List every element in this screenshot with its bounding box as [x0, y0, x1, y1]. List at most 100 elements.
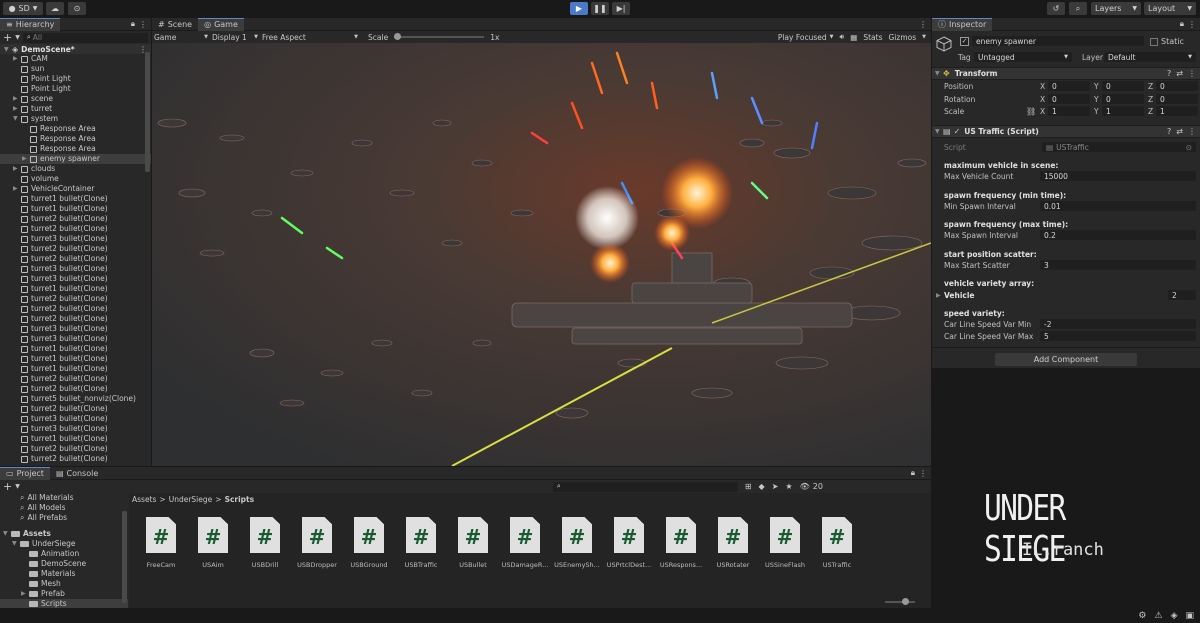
script-asset[interactable]: # USRespons... [657, 517, 705, 569]
game-render-canvas[interactable] [152, 43, 931, 466]
expand-arrow-icon[interactable]: ▼ [13, 114, 21, 124]
more-icon[interactable]: ⋮ [919, 469, 927, 478]
tab-game[interactable]: ◎ Game [198, 18, 244, 31]
more-icon[interactable]: ⋮ [1188, 69, 1196, 78]
project-folder[interactable]: Scripts [0, 599, 128, 608]
hierarchy-item[interactable]: turret3 bullet(Clone) [0, 334, 151, 344]
add-component-button[interactable]: Add Component [995, 353, 1137, 366]
scene-row[interactable]: ▼ ◈ DemoScene* ⋮ [0, 44, 151, 54]
script-value-field[interactable]: 15000 [1040, 171, 1196, 181]
preset-icon[interactable]: ⇄ [1176, 69, 1183, 78]
help-icon[interactable]: ? [1167, 69, 1171, 78]
project-folder[interactable]: Materials [0, 569, 128, 579]
gizmos-button[interactable]: Gizmos [889, 33, 917, 42]
hierarchy-item[interactable]: Response Area [0, 124, 151, 134]
position-z-field[interactable]: 0 [1156, 81, 1198, 91]
tab-project[interactable]: ▭ Project [0, 467, 50, 480]
script-asset[interactable]: # USBTraffic [397, 517, 445, 569]
expand-arrow-icon[interactable]: ▶ [21, 589, 29, 599]
hierarchy-item[interactable]: turret1 bullet(Clone) [0, 204, 151, 214]
object-name-field[interactable]: enemy spawner [972, 36, 1144, 46]
script-asset[interactable]: # USBullet [449, 517, 497, 569]
scale-y-field[interactable]: 1 [1102, 106, 1144, 116]
filter-type-icon[interactable]: ⊞ [745, 482, 752, 491]
grid-icon[interactable]: ▦ [850, 33, 857, 42]
notification-icon[interactable]: ▣ [1185, 611, 1194, 621]
chevron-down-icon[interactable]: ▼ [922, 34, 926, 40]
tab-hierarchy[interactable]: ≡ Hierarchy [0, 18, 61, 31]
progress-icon[interactable]: ⚙ [1138, 611, 1146, 621]
more-icon[interactable]: ⋮ [919, 20, 927, 29]
star-icon[interactable]: ★ [785, 482, 792, 491]
play-focused-dropdown[interactable]: Play Focused ▼ [778, 33, 834, 42]
rotation-z-field[interactable]: 0 [1156, 93, 1198, 104]
more-icon[interactable]: ⋮ [139, 20, 147, 29]
rotation-y-field[interactable]: 0 [1102, 93, 1144, 104]
target-icon[interactable]: ⊙ [1186, 143, 1192, 152]
hierarchy-item[interactable]: Point Light [0, 74, 151, 84]
tab-inspector[interactable]: ⓘ Inspector [932, 18, 993, 31]
active-checkbox[interactable]: ✓ [960, 37, 969, 46]
scale-slider[interactable] [394, 33, 485, 41]
transform-header[interactable]: ▼ ✥ Transform ? ⇄ ⋮ [932, 67, 1200, 80]
icon-size-slider[interactable] [885, 601, 915, 603]
breadcrumb-item[interactable]: UnderSiege [169, 495, 213, 504]
hierarchy-item[interactable]: turret3 bullet(Clone) [0, 324, 151, 334]
expand-arrow-icon[interactable]: ▶ [936, 292, 944, 299]
more-icon[interactable]: ⋮ [1188, 127, 1196, 136]
hierarchy-item[interactable]: ▶ scene [0, 94, 151, 104]
script-value-field[interactable]: 3 [1040, 259, 1196, 270]
step-button[interactable]: ▶| [612, 2, 630, 15]
hierarchy-scrollbar[interactable] [145, 52, 150, 172]
add-icon[interactable]: + [3, 480, 12, 493]
hierarchy-item[interactable]: turret1 bullet(Clone) [0, 344, 151, 354]
project-folder[interactable]: DemoScene [0, 559, 128, 569]
collab-button[interactable]: ⊙ [68, 2, 86, 15]
add-icon[interactable]: + [3, 31, 12, 44]
script-asset[interactable]: # USBGround [345, 517, 393, 569]
position-y-field[interactable]: 0 [1102, 81, 1144, 91]
hierarchy-item[interactable]: ▶ VehicleContainer [0, 184, 151, 194]
script-asset[interactable]: # USDamageR... [501, 517, 549, 569]
layout-dropdown[interactable]: Layout ▼ [1144, 2, 1196, 15]
static-toggle[interactable]: Static [1150, 37, 1184, 46]
expand-arrow-icon[interactable]: ▼ [12, 539, 20, 549]
vehicle-array-row[interactable]: ▶ Vehicle 2 [936, 290, 1196, 300]
script-asset[interactable]: # USEnemySh... [553, 517, 601, 569]
favorite-item[interactable]: ⌕ All Models [0, 503, 128, 513]
project-folder[interactable]: Mesh [0, 579, 128, 589]
hierarchy-item[interactable]: ▶ turret [0, 104, 151, 114]
history-button[interactable]: ↺ [1047, 2, 1065, 15]
hierarchy-item[interactable]: Point Light [0, 84, 151, 94]
project-folder[interactable]: ▼ UnderSiege [0, 539, 128, 549]
play-button[interactable]: ▶ [570, 2, 588, 15]
expand-arrow-icon[interactable]: ▶ [13, 184, 21, 194]
script-asset[interactable]: # USBDrill [241, 517, 289, 569]
assets-root[interactable]: ▼ Assets [0, 529, 128, 539]
favorite-item[interactable]: ⌕ All Prefabs [0, 513, 128, 523]
hierarchy-item[interactable]: turret5 bullet_nonviz(Clone) [0, 394, 151, 404]
static-checkbox[interactable] [1150, 37, 1158, 46]
hierarchy-item[interactable]: turret3 bullet(Clone) [0, 414, 151, 424]
position-x-field[interactable]: 0 [1048, 81, 1090, 91]
hierarchy-item[interactable]: turret2 bullet(Clone) [0, 254, 151, 264]
hierarchy-item[interactable]: volume [0, 174, 151, 184]
cache-icon[interactable]: ◈ [1171, 611, 1178, 621]
favorite-item[interactable]: ⌕ All Materials [0, 493, 128, 503]
tag-icon[interactable]: ➤ [772, 482, 779, 491]
script-value-field[interactable]: 0.2 [1040, 230, 1196, 240]
mode-dropdown[interactable]: Game ▼ [154, 33, 212, 42]
hierarchy-item[interactable]: turret1 bullet(Clone) [0, 364, 151, 374]
script-asset[interactable]: # FreeCam [137, 517, 185, 569]
enabled-checkbox[interactable]: ✓ [954, 127, 961, 136]
aspect-dropdown[interactable]: Free Aspect ▼ [262, 33, 362, 42]
project-tree-scrollbar[interactable] [122, 511, 127, 603]
hierarchy-item[interactable]: ▶ enemy spawner [0, 154, 151, 164]
hierarchy-item[interactable]: turret2 bullet(Clone) [0, 404, 151, 414]
icon-size-slider-thumb[interactable] [902, 598, 909, 605]
hierarchy-item[interactable]: sun [0, 64, 151, 74]
hierarchy-item[interactable]: turret1 bullet(Clone) [0, 434, 151, 444]
expand-arrow-icon[interactable]: ▶ [13, 54, 21, 64]
hierarchy-item[interactable]: turret2 bullet(Clone) [0, 314, 151, 324]
script-asset[interactable]: # USPrtclDest... [605, 517, 653, 569]
